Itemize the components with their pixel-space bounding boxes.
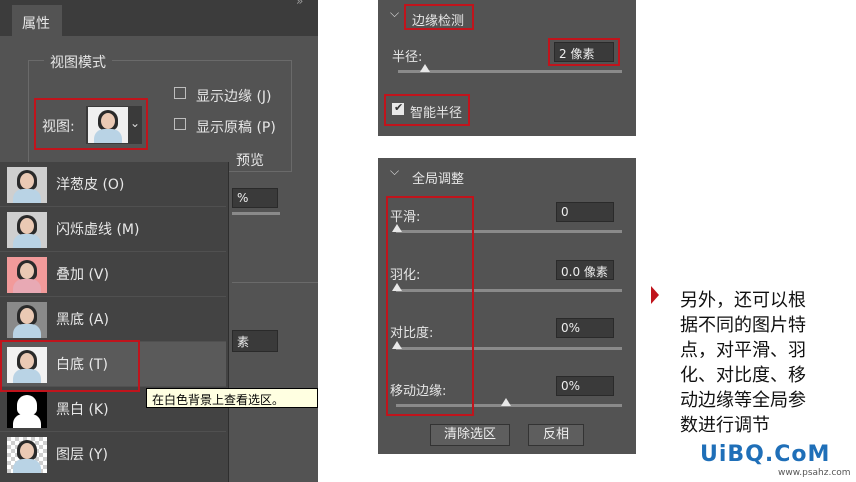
panel-close-icon[interactable]: » (296, 0, 303, 8)
annotation-text: 另外，还可以根 据不同的图片特 点，对平滑、羽 化、对比度、移 动边缘等全局参 … (680, 288, 850, 438)
view-highlight (34, 98, 148, 150)
menu-item-label: 图层 (Y) (56, 447, 108, 463)
menu-thumb (7, 212, 47, 248)
global-adjust-panel: ⌵ 全局调整 平滑: 0 羽化: 0.0 像素 对比度: 0% 移动边缘: 0%… (378, 158, 636, 454)
collapse-chevron-icon[interactable]: ⌵ (390, 6, 399, 21)
partial-slider-track[interactable] (232, 212, 280, 215)
watermark-url: www.psahz.com (778, 468, 851, 478)
shift-edge-slider-thumb[interactable] (501, 398, 511, 406)
partial-pixel-field[interactable]: 素 (232, 330, 278, 352)
feather-field[interactable]: 0.0 像素 (556, 260, 614, 280)
show-edge-checkbox[interactable] (174, 87, 186, 99)
annotation-line: 点，对平滑、羽 (680, 340, 806, 361)
menu-item-label: 叠加 (V) (56, 267, 109, 283)
tab-properties-label: 属性 (22, 16, 50, 32)
view-mode-title: 视图模式 (50, 55, 106, 71)
watermark-logo: UiBQ.CoM (700, 442, 831, 467)
radius-slider-thumb[interactable] (419, 64, 430, 72)
global-params-highlight (386, 196, 474, 416)
annotation-line: 数进行调节 (680, 415, 770, 436)
menu-item-onion-skin[interactable]: 洋葱皮 (O) (0, 162, 226, 207)
show-original-label: 显示原稿 (P) (196, 120, 276, 136)
radius-slider-track[interactable] (398, 70, 622, 73)
menu-item-label: 黑白 (K) (56, 402, 109, 418)
annotation-line: 据不同的图片特 (680, 315, 806, 336)
menu-item-label: 闪烁虚线 (M) (56, 222, 140, 238)
menu-thumb (7, 302, 47, 338)
show-edge-label: 显示边缘 (J) (196, 89, 272, 105)
menu-item-overlay[interactable]: 叠加 (V) (0, 252, 226, 297)
view-menu: 洋葱皮 (O) 闪烁虚线 (M) 叠加 (V) 黑底 (A) 白底 (T) 黑白… (0, 162, 229, 482)
shift-edge-field[interactable]: 0% (556, 376, 614, 396)
tooltip: 在白色背景上查看选区。 (146, 388, 318, 408)
menu-item-label: 黑底 (A) (56, 312, 109, 328)
edge-detection-panel: ⌵ 边缘检测 半径: 2 像素 ✔ 智能半径 (378, 0, 636, 136)
smart-radius-highlight (384, 94, 470, 126)
annotation-line: 化、对比度、移 (680, 365, 806, 386)
show-original-checkbox[interactable] (174, 118, 186, 130)
clear-selection-button[interactable]: 清除选区 (430, 424, 510, 446)
menu-thumb (7, 392, 47, 428)
menu-item-marching-ants[interactable]: 闪烁虚线 (M) (0, 207, 226, 252)
global-adjust-title: 全局调整 (412, 172, 465, 187)
partial-divider (232, 282, 318, 283)
partial-percent-field[interactable]: % (232, 188, 278, 208)
collapse-chevron-icon[interactable]: ⌵ (390, 164, 399, 179)
on-white-highlight (0, 340, 140, 392)
menu-item-label: 洋葱皮 (O) (56, 177, 125, 193)
tooltip-text: 在白色背景上查看选区。 (152, 393, 285, 407)
contrast-field[interactable]: 0% (556, 318, 614, 338)
menu-thumb (7, 257, 47, 293)
radius-highlight (548, 38, 620, 66)
radius-label: 半径: (392, 50, 423, 65)
menu-item-on-black[interactable]: 黑底 (A) (0, 297, 226, 342)
menu-thumb (7, 437, 47, 473)
annotation-line: 另外，还可以根 (680, 290, 806, 311)
annotation-arrow-icon (651, 286, 659, 304)
annotation-line: 动边缘等全局参 (680, 390, 806, 411)
invert-button[interactable]: 反相 (528, 424, 584, 446)
properties-panel: 属性 » 视图模式 视图: ⌄ 显示边缘 (J) 显示原稿 (P) 预览 % 素… (0, 0, 318, 482)
menu-item-layer[interactable]: 图层 (Y) (0, 432, 226, 476)
menu-thumb (7, 167, 47, 203)
preview-label-partial: 预览 (236, 153, 264, 169)
smooth-field[interactable]: 0 (556, 202, 614, 222)
edge-title-highlight (404, 4, 474, 30)
